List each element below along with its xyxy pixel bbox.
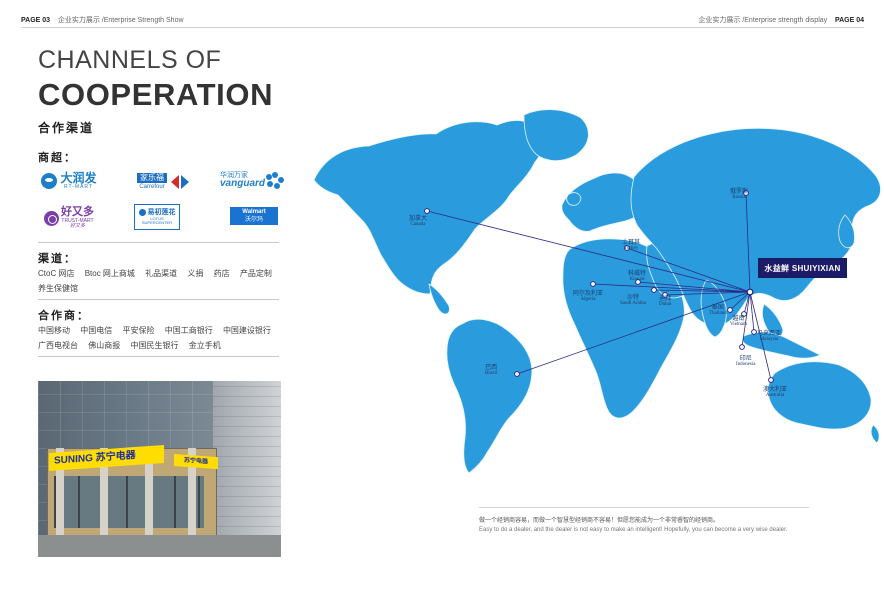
photo-street — [38, 535, 281, 557]
world-map: 加拿大 Canada 俄罗斯 Russia 土耳其 Turkey 科威特 Kuw… — [305, 101, 884, 474]
trust-mart-mark-icon — [44, 210, 59, 226]
headquarters-point — [746, 288, 754, 296]
page-title-block: CHANNELS OF COOPERATION 合作渠道 — [38, 48, 273, 136]
label-dubai: 迪拜 Dubai — [659, 296, 672, 308]
partner-item-china-mobile: 中国移动 — [38, 326, 70, 335]
location-point — [424, 208, 430, 214]
page-title-chinese: 合作渠道 — [38, 121, 95, 135]
vanguard-english: vanguard — [220, 178, 266, 190]
lotus-flower-icon — [138, 208, 146, 216]
location-point — [651, 287, 657, 293]
partner-item-guangxi-tv: 广西电视台 — [38, 341, 78, 350]
label-vietnam: 越南 Vietnam — [730, 316, 747, 328]
carrefour-logo: 家乐福 Carrefour — [128, 169, 198, 194]
right-page-number: PAGE 04 — [834, 17, 864, 24]
channels-heading: 渠道： — [38, 253, 77, 265]
channel-item-btoc: Btoc 网上商城 — [84, 269, 135, 278]
left-page-number: PAGE 03 — [21, 17, 51, 24]
uk-shape — [566, 192, 582, 206]
supermarkets-heading: 商超： — [38, 152, 77, 164]
vanguard-logo: 华润万家 vanguard — [220, 166, 285, 196]
trust-mart-script-text: 好又多 — [69, 222, 85, 229]
trust-mart-chinese: 好又多 — [61, 205, 94, 218]
label-russia: 俄罗斯 Russia — [730, 189, 749, 201]
location-point — [768, 377, 774, 383]
carrefour-chinese: 家乐福 — [137, 172, 167, 184]
channel-item-gifts: 礼品渠道 — [145, 269, 178, 278]
walmart-english: Walmart — [242, 209, 266, 216]
partners-list: 中国移动 中国电信 平安保险 中国工商银行 中国建设银行 广西电视台 佛山商报 … — [38, 323, 282, 353]
page-title-line-1: CHANNELS OF — [38, 46, 222, 74]
walmart-logo: Walmart 沃尔玛 — [230, 207, 278, 225]
label-kuwait: 科威特 Kuwait — [628, 271, 647, 283]
supermarkets-divider — [38, 242, 279, 243]
lotus-chinese: 易初莲花 — [147, 208, 176, 216]
label-turkey: 土耳其 Turkey — [622, 240, 641, 252]
partner-item-gionee: 金立手机 — [188, 341, 221, 350]
photo-right-building-lines — [213, 381, 281, 557]
label-thailand: 泰国 Thailand — [709, 305, 727, 317]
channels-divider — [38, 299, 279, 300]
north-america-shape — [313, 120, 544, 295]
partner-item-minsheng-bank: 中国民生银行 — [130, 341, 179, 350]
indonesia-shape — [742, 332, 821, 359]
right-page-header: 企业实力展示 /Enterprise strength display PAGE… — [698, 15, 864, 25]
rt-mart-subtitle: RT-MART — [63, 183, 94, 190]
label-indonesia: 印尼 Indonesia — [736, 356, 756, 368]
photo-storefront-windows — [54, 476, 204, 528]
trust-mart-logo: 好又多 TRUST-MART 好又多 — [36, 204, 102, 232]
bottom-divider — [479, 507, 809, 508]
slogan-english: Easy to do a dealer, and the dealer is n… — [479, 527, 788, 533]
central-america-shape — [428, 283, 450, 315]
carrefour-mark-icon — [171, 173, 189, 191]
location-point — [751, 329, 757, 335]
header-divider — [21, 27, 864, 28]
page-title-line-2: COOPERATION — [38, 77, 274, 112]
label-saudi-arabia: 沙特 Saudi Arabia — [620, 295, 646, 307]
label-canada: 加拿大 Canada — [409, 216, 428, 228]
location-point — [590, 281, 596, 287]
carrefour-english: Carrefour — [139, 184, 165, 191]
channel-item-health-club: 养生保健馆 — [38, 284, 78, 293]
location-point — [514, 371, 520, 377]
new-zealand-shape — [870, 424, 880, 444]
channels-list: CtoC 网店 Btoc 网上商城 礼品渠道 义捐 药店 产品定制 养生保健馆 — [38, 266, 282, 296]
label-brazil: 巴西 Brazil — [485, 365, 498, 377]
rt-mart-name: 大润发 — [60, 171, 97, 186]
channel-item-donation: 义捐 — [187, 269, 204, 278]
walmart-chinese: 沃尔玛 — [244, 216, 263, 223]
label-malaysia: 马来西亚 Malaysia — [757, 331, 782, 343]
rt-mart-mark-icon — [41, 173, 58, 189]
left-page-title: 企业实力展示 /Enterprise Strength Show — [57, 17, 184, 24]
channel-item-pharmacy: 药店 — [213, 269, 230, 278]
location-point — [727, 307, 733, 313]
partner-item-foshan-news: 佛山商报 — [88, 341, 121, 350]
headquarters-label: 水益鲜 SHUIYIXIAN — [758, 258, 847, 278]
right-page-title: 企业实力展示 /Enterprise strength display — [698, 17, 828, 24]
partner-item-china-telecom: 中国电信 — [80, 326, 113, 335]
label-algeria: 阿尔及利亚 Algeria — [573, 291, 604, 303]
label-australia: 澳大利亚 Australia — [763, 387, 788, 399]
lotus-logo: 易初莲花 LOTUS SUPERCENTER — [134, 204, 180, 230]
slogan-chinese: 做一个经销商容易，而做一个智慧型经销商不容易！但愿您能成为一个非常睿智的经销商。 — [479, 518, 720, 524]
rt-mart-logo: 大润发 RT-MART — [34, 170, 104, 192]
vanguard-flower-icon — [266, 172, 285, 190]
partner-item-ccb: 中国建设银行 — [222, 326, 271, 335]
top-header: PAGE 03 企业实力展示 /Enterprise Strength Show… — [0, 0, 884, 30]
channel-item-ctoc: CtoC 网店 — [38, 269, 75, 278]
channel-item-custom: 产品定制 — [239, 269, 272, 278]
location-point — [739, 344, 745, 350]
partner-item-pingan: 平安保险 — [122, 326, 155, 335]
supermarket-logo-grid: 大润发 RT-MART 家乐福 Carrefour 华润万家 vanguard … — [34, 164, 285, 234]
partner-item-icbc: 中国工商银行 — [164, 326, 213, 335]
partners-heading: 合作商： — [38, 310, 90, 322]
store-photo: SUNING 苏宁电器 苏宁电器 — [38, 381, 281, 557]
partners-divider — [38, 356, 279, 357]
south-america-shape — [446, 318, 533, 474]
route-line — [749, 291, 755, 333]
lotus-english: LOTUS SUPERCENTER — [141, 215, 173, 226]
world-map-svg — [313, 109, 881, 474]
left-page-header: PAGE 03 企业实力展示 /Enterprise Strength Show — [21, 15, 184, 25]
